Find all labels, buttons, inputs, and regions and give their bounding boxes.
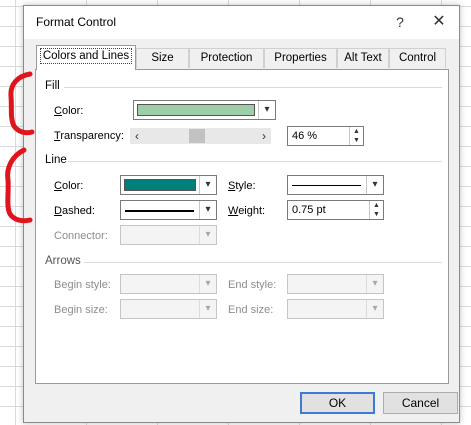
end-style-dropdown[interactable]: ▾: [287, 274, 384, 294]
chevron-down-icon: ▾: [199, 226, 216, 244]
fill-divider: [64, 87, 442, 88]
fill-color-swatch: [137, 104, 255, 116]
spin-down-icon[interactable]: ▼: [370, 210, 383, 219]
chevron-down-icon: ▾: [199, 176, 216, 194]
line-color-dropdown[interactable]: ▾: [120, 175, 217, 195]
colors-and-lines-panel: Fill Color: ▾ Transparency: ‹ › 46 % ▲ ▼…: [35, 69, 449, 384]
tab-alt-text[interactable]: Alt Text: [337, 48, 389, 68]
begin-size-dropdown[interactable]: ▾: [120, 299, 217, 319]
line-color-label: Color:: [54, 180, 84, 192]
help-icon[interactable]: ?: [390, 12, 410, 32]
fill-color-dropdown[interactable]: ▾: [133, 100, 276, 120]
close-icon[interactable]: ✕: [429, 12, 449, 32]
chevron-down-icon: ▾: [258, 101, 275, 119]
transparency-spinner[interactable]: 46 % ▲ ▼: [287, 126, 364, 146]
transparency-value: 46 %: [292, 130, 318, 142]
weight-label: Weight:: [228, 205, 266, 217]
spinner-buttons: ▲ ▼: [349, 127, 363, 145]
connector-dropdown[interactable]: ▾: [120, 225, 217, 245]
tab-protection[interactable]: Protection: [189, 48, 264, 68]
fill-color-label: Color:: [54, 105, 84, 117]
chevron-down-icon: ▾: [366, 300, 383, 318]
chevron-down-icon: ▾: [199, 275, 216, 293]
chevron-down-icon: ▾: [366, 275, 383, 293]
dialog-title: Format Control: [36, 15, 117, 29]
chevron-down-icon: ▾: [199, 201, 216, 219]
begin-size-label: Begin size:: [54, 304, 108, 316]
tab-colors-and-lines[interactable]: Colors and Lines: [36, 45, 136, 70]
line-group-title: Line: [45, 154, 67, 166]
end-style-label: End style:: [228, 279, 277, 291]
end-size-label: End size:: [228, 304, 274, 316]
chevron-down-icon: ▾: [199, 300, 216, 318]
chevron-down-icon: ▾: [366, 176, 383, 194]
tab-colors-and-lines-label: Colors and Lines: [39, 48, 133, 64]
tab-control[interactable]: Control: [389, 48, 446, 68]
line-color-swatch: [124, 179, 196, 191]
style-label: Style:: [228, 180, 256, 192]
begin-style-dropdown[interactable]: ▾: [120, 274, 217, 294]
spin-up-icon[interactable]: ▲: [350, 127, 363, 136]
transparency-slider-thumb[interactable]: [188, 129, 205, 143]
connector-label: Connector:: [54, 230, 108, 242]
fill-group-title: Fill: [45, 80, 60, 92]
format-control-dialog: Format Control ? ✕ Colors and Lines Size…: [23, 5, 460, 423]
style-line-preview: [292, 185, 361, 186]
dashed-dropdown[interactable]: ▾: [120, 200, 217, 220]
arrows-group-title: Arrows: [45, 255, 81, 267]
tab-properties[interactable]: Properties: [264, 48, 337, 68]
weight-value: 0.75 pt: [292, 204, 326, 216]
begin-style-label: Begin style:: [54, 279, 111, 291]
transparency-label: Transparency:: [54, 130, 124, 142]
arrows-divider: [84, 262, 442, 263]
spin-down-icon[interactable]: ▼: [350, 136, 363, 145]
spin-up-icon[interactable]: ▲: [370, 201, 383, 210]
end-size-dropdown[interactable]: ▾: [287, 299, 384, 319]
chevron-left-icon[interactable]: ‹: [130, 128, 144, 144]
tab-strip: Colors and Lines Size Protection Propert…: [36, 45, 447, 70]
weight-spinner[interactable]: 0.75 pt ▲ ▼: [287, 200, 384, 220]
line-divider: [68, 161, 442, 162]
chevron-right-icon[interactable]: ›: [257, 128, 271, 144]
line-style-dropdown[interactable]: ▾: [287, 175, 384, 195]
ok-button[interactable]: OK: [300, 392, 375, 414]
transparency-slider[interactable]: ‹ ›: [130, 128, 271, 144]
tab-size[interactable]: Size: [136, 48, 189, 68]
dashed-line-preview: [125, 210, 194, 212]
dashed-label: Dashed:: [54, 205, 95, 217]
cancel-button[interactable]: Cancel: [383, 392, 458, 414]
spinner-buttons: ▲ ▼: [369, 201, 383, 219]
title-bar: Format Control ? ✕: [24, 6, 459, 39]
